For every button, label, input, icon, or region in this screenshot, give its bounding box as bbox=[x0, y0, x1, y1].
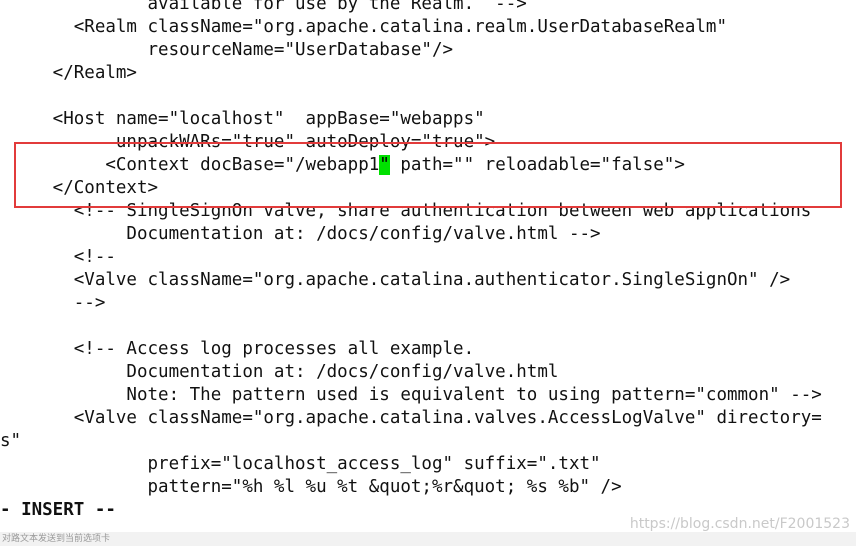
terminal-editor[interactable]: available for use by the Realm. --> <Rea… bbox=[0, 0, 856, 546]
insert-mode-indicator: - INSERT -- bbox=[0, 500, 116, 520]
code-line: Documentation at: /docs/config/valve.htm… bbox=[0, 224, 601, 244]
status-bar: 对路文本发送到当前选项卡 bbox=[0, 532, 856, 546]
code-line: --> bbox=[0, 293, 106, 313]
code-line: <Realm className="org.apache.catalina.re… bbox=[0, 17, 727, 37]
code-line: </Context> bbox=[0, 178, 159, 198]
code-line: available for use by the Realm. --> bbox=[0, 0, 527, 14]
code-line: resourceName="UserDatabase"/> bbox=[0, 40, 454, 60]
code-line: Documentation at: /docs/config/valve.htm… bbox=[0, 362, 559, 382]
text-cursor[interactable]: " bbox=[379, 155, 390, 175]
code-line: <!-- SingleSignOn valve, share authentic… bbox=[0, 201, 812, 221]
cursor-line-after: path="" reloadable="false"> bbox=[389, 155, 685, 175]
code-line: <!-- Access log processes all example. bbox=[0, 339, 475, 359]
code-line: pattern="%h %l %u %t &quot;%r&quot; %s %… bbox=[0, 477, 622, 497]
code-line: </Realm> bbox=[0, 63, 137, 83]
watermark-text: https://blog.csdn.net/F2001523 bbox=[629, 516, 850, 532]
code-line: <Valve className="org.apache.catalina.va… bbox=[0, 408, 822, 428]
code-line: prefix="localhost_access_log" suffix=".t… bbox=[0, 454, 601, 474]
status-bar-text: 对路文本发送到当前选项卡 bbox=[2, 534, 111, 544]
code-line: <Valve className="org.apache.catalina.au… bbox=[0, 270, 791, 290]
cursor-line-before: <Context docBase="/webapp1 bbox=[0, 155, 380, 175]
code-line-cursor: <Context docBase="/webapp1" path="" relo… bbox=[0, 154, 685, 177]
code-line: Note: The pattern used is equivalent to … bbox=[0, 385, 822, 405]
code-line: s" bbox=[0, 431, 22, 451]
code-line: <!-- bbox=[0, 247, 116, 267]
code-line: unpackWARs="true" autoDeploy="true"> bbox=[0, 132, 496, 152]
code-line: <Host name="localhost" appBase="webapps" bbox=[0, 109, 485, 129]
